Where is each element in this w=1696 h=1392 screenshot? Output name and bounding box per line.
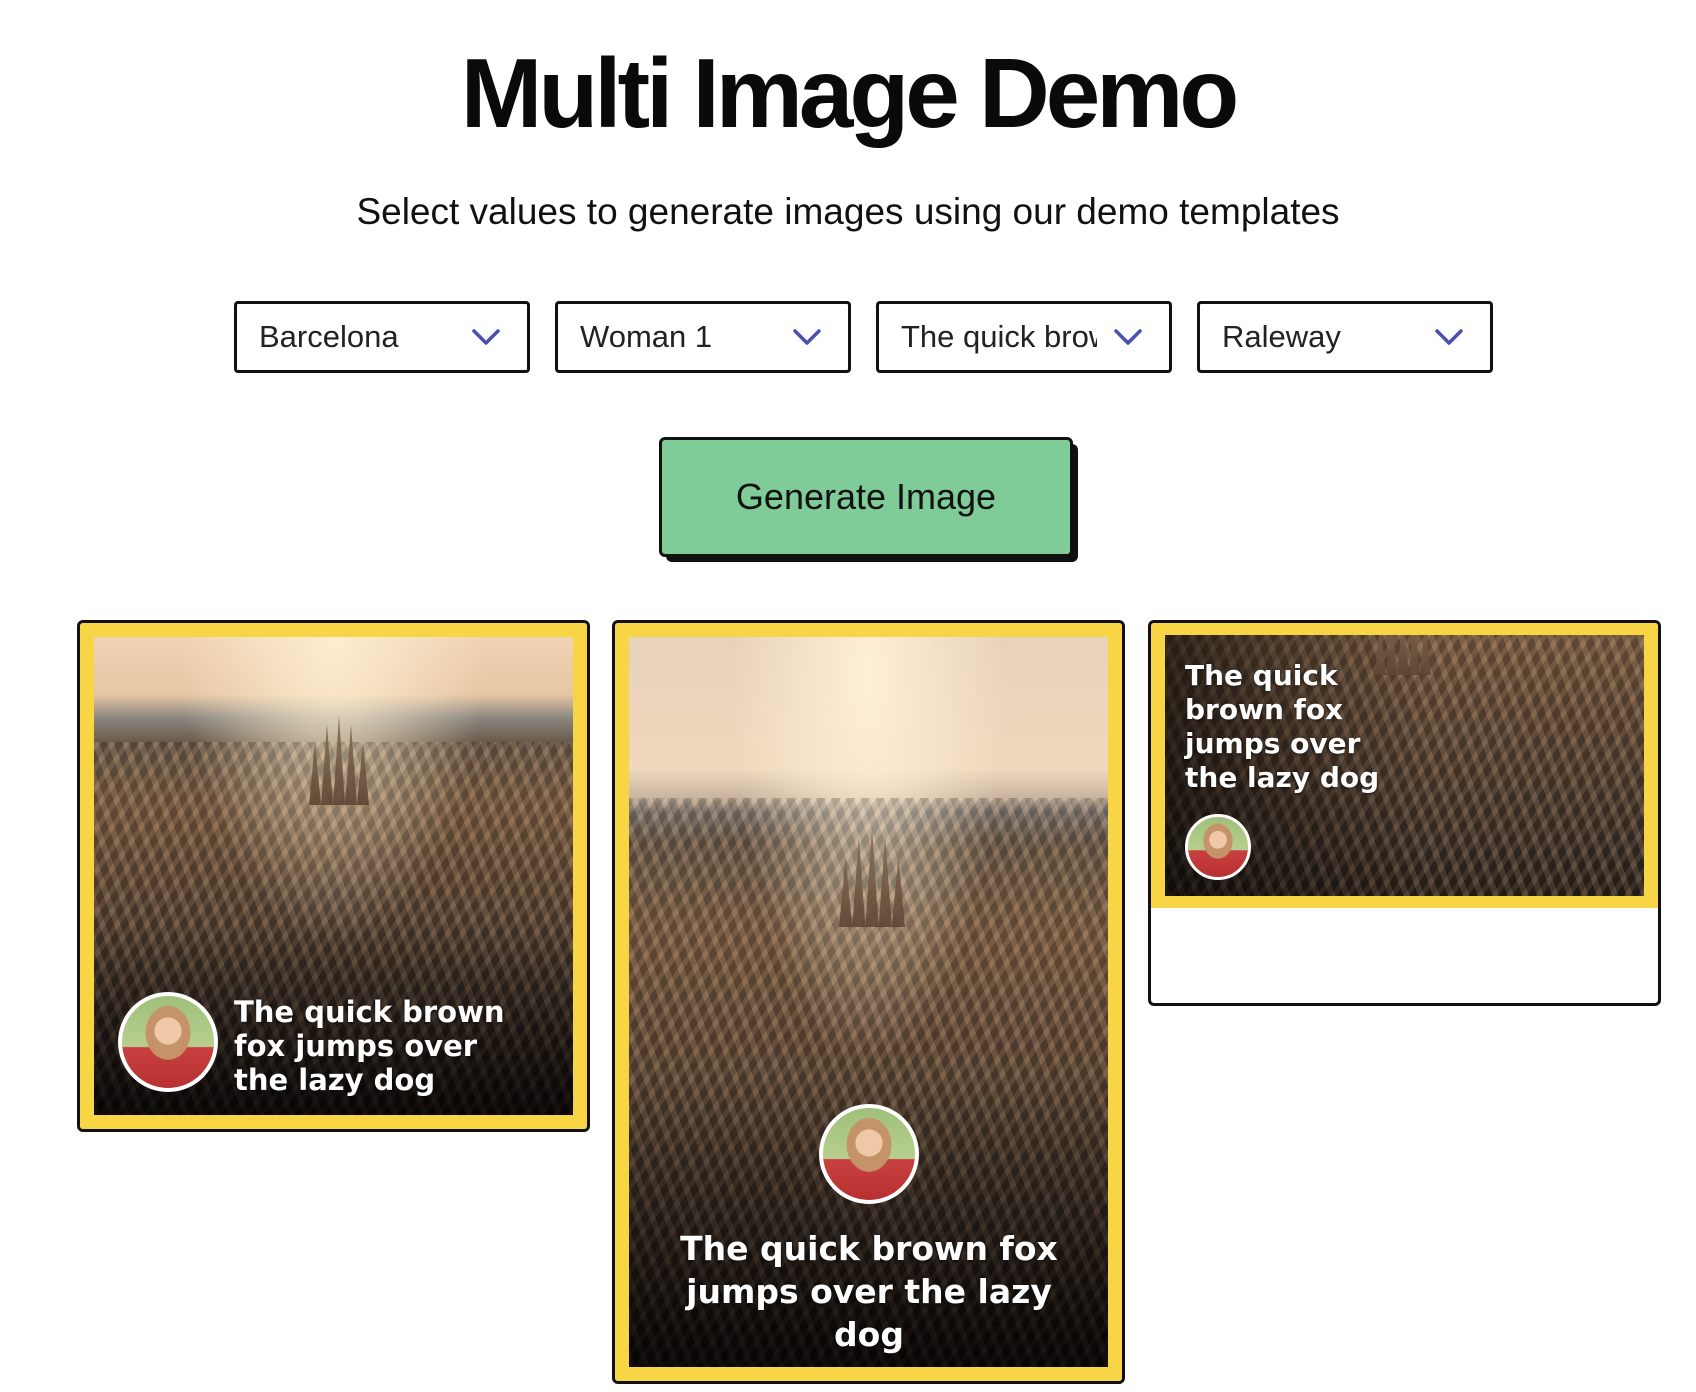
preview-caption: The quick brown fox jumps over the lazy … [1185,659,1380,794]
text-select[interactable]: The quick brown fox jumps over the lazy … [876,301,1172,373]
preview-image-landscape: The quick brown fox jumps over the lazy … [1151,623,1658,908]
preview-image-tall: The quick brown fox jumps over the lazy … [615,623,1122,1381]
preview-caption: The quick brown fox jumps over the lazy … [234,995,505,1097]
chevron-down-icon [1114,329,1142,345]
person-select-value: Woman 1 [580,319,713,354]
avatar [1185,814,1251,880]
page-subtitle: Select values to generate images using o… [356,191,1340,232]
chevron-down-icon [793,329,821,345]
preview-card-portrait: The quick brown fox jumps over the lazy … [77,620,590,1132]
page-title: Multi Image Demo [460,38,1240,148]
location-select[interactable]: Barcelona [234,301,530,373]
chevron-down-icon [1435,329,1463,345]
preview-card-tall: The quick brown fox jumps over the lazy … [612,620,1125,1384]
font-select-value: Raleway [1222,319,1341,354]
avatar [819,1104,919,1204]
preview-image-portrait: The quick brown fox jumps over the lazy … [80,623,587,1129]
location-select-value: Barcelona [259,319,399,354]
person-select[interactable]: Woman 1 [555,301,851,373]
preview-caption: The quick brown fox jumps over the lazy … [680,1229,1058,1354]
font-select[interactable]: Raleway [1197,301,1493,373]
chevron-down-icon [472,329,500,345]
multi-image-demo-page: Multi Image Demo Select values to genera… [0,0,1696,1392]
avatar [118,992,218,1092]
preview-card-landscape: The quick brown fox jumps over the lazy … [1148,620,1661,1006]
generate-image-button[interactable]: Generate Image [659,437,1073,557]
text-select-value: The quick brown fox jumps over the lazy … [901,319,1097,354]
